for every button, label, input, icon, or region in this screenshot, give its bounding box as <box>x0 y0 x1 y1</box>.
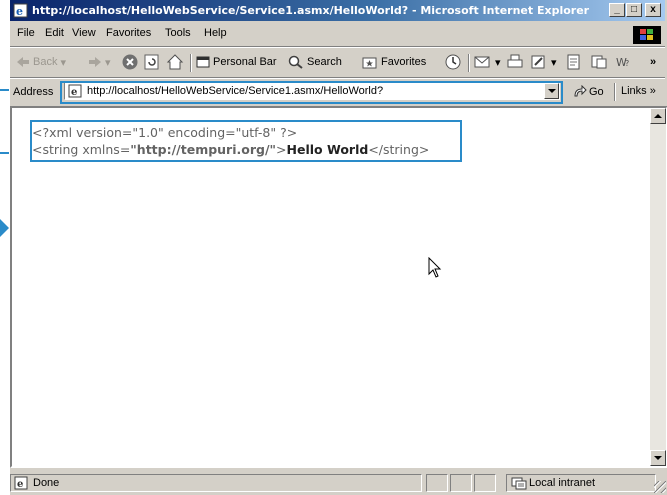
personal-bar-button[interactable]: Personal Bar <box>196 53 277 71</box>
print-icon[interactable] <box>506 53 524 71</box>
address-input[interactable]: e http://localhost/HelloWebService/Servi… <box>64 82 560 100</box>
title-bar[interactable]: e http://localhost/HelloWebService/Servi… <box>10 0 665 21</box>
related-links-icon[interactable]: W? <box>615 53 633 71</box>
xml-document: <?xml version="1.0" encoding="utf-8" ?> … <box>32 124 429 158</box>
scroll-down-button[interactable] <box>650 450 666 466</box>
standard-toolbar: Back ▾ ▾ Personal Bar Search Favorites ▾ <box>10 48 665 76</box>
windows-logo-icon <box>640 29 653 40</box>
refresh-icon[interactable] <box>143 53 161 71</box>
svg-text:e: e <box>17 479 23 490</box>
status-pane-empty <box>474 474 496 492</box>
chevron-down-icon: ▾ <box>105 56 111 69</box>
page-content[interactable]: <?xml version="1.0" encoding="utf-8" ?> … <box>10 106 667 468</box>
toolbar-separator <box>190 54 192 72</box>
resize-grip[interactable] <box>654 481 666 493</box>
edit-icon <box>531 55 545 69</box>
back-arrow-icon <box>17 57 29 67</box>
window-title: http://localhost/HelloWebService/Service… <box>32 4 590 17</box>
favorites-label: Favorites <box>381 56 427 68</box>
chevron-down-icon: ▾ <box>551 56 557 69</box>
xml-declaration-text: <?xml version="1.0" encoding="utf-8" ?> <box>32 125 298 140</box>
chevron-down-icon: ▾ <box>60 56 66 69</box>
address-label: Address <box>13 86 54 98</box>
forward-button[interactable]: ▾ <box>88 53 111 71</box>
svg-text:?: ? <box>625 59 629 68</box>
personal-bar-icon <box>196 56 210 68</box>
discuss-icon[interactable] <box>566 53 582 71</box>
forward-arrow-icon <box>89 57 101 67</box>
favorites-folder-icon <box>362 57 377 69</box>
back-button[interactable]: Back ▾ <box>16 53 66 71</box>
history-icon[interactable] <box>444 53 462 71</box>
menu-edit[interactable]: Edit <box>45 27 64 39</box>
page-icon: e <box>68 84 82 98</box>
go-label: Go <box>589 86 604 98</box>
callout-arrow <box>0 219 9 237</box>
links-button[interactable]: Links » <box>621 85 656 97</box>
menu-tools[interactable]: Tools <box>165 27 191 39</box>
toolbar-separator <box>468 54 470 72</box>
close-button[interactable]: x <box>645 3 661 17</box>
menu-bar: File Edit View Favorites Tools Help <box>10 24 665 44</box>
stop-icon[interactable] <box>121 53 139 71</box>
address-dropdown-button[interactable] <box>544 83 559 99</box>
status-bar: e Done Local intranet <box>10 470 667 495</box>
svg-text:e: e <box>71 87 77 98</box>
search-button[interactable]: Search <box>288 53 342 71</box>
messenger-icon[interactable] <box>590 53 608 71</box>
xml-tag-close: > <box>276 142 287 157</box>
xml-attr-value: "http://tempuri.org/" <box>130 142 277 157</box>
menu-view[interactable]: View <box>72 27 96 39</box>
mouse-pointer-icon <box>428 257 442 278</box>
status-text: Done <box>33 477 60 489</box>
back-label: Back <box>33 56 58 68</box>
edit-button[interactable]: ▾ <box>530 53 557 71</box>
mail-button[interactable]: ▾ <box>474 53 501 71</box>
xml-string-value: Hello World <box>286 142 369 157</box>
toolbar-overflow-chevron[interactable]: » <box>650 53 656 71</box>
windows-logo-throbber <box>633 26 661 44</box>
menu-favorites[interactable]: Favorites <box>106 27 151 39</box>
internet-explorer-icon: e <box>13 3 28 18</box>
search-label: Search <box>307 56 342 68</box>
address-url: http://localhost/HelloWebService/Service… <box>87 85 384 97</box>
browser-window: e http://localhost/HelloWebService/Servi… <box>9 0 667 495</box>
security-zone-label: Local intranet <box>529 477 596 489</box>
address-bar: Address e http://localhost/HelloWebServi… <box>10 80 665 104</box>
favorites-button[interactable]: Favorites <box>362 53 426 71</box>
status-pane-empty <box>450 474 472 492</box>
toolbar-separator-line <box>10 77 665 79</box>
xml-attr-name: xmlns= <box>78 142 131 157</box>
go-arrow-icon <box>574 85 587 97</box>
security-zone-pane[interactable]: Local intranet <box>506 474 656 492</box>
local-intranet-icon <box>511 477 527 490</box>
vertical-scrollbar[interactable] <box>650 108 666 466</box>
maximize-button[interactable]: □ <box>626 3 642 17</box>
xml-string-element: <string xmlns="http://tempuri.org/">Hell… <box>32 141 429 158</box>
home-icon[interactable] <box>166 53 184 71</box>
scroll-up-button[interactable] <box>650 108 666 124</box>
status-pane-empty <box>426 474 448 492</box>
svg-text:e: e <box>16 5 23 18</box>
search-icon <box>288 55 303 69</box>
go-button[interactable]: Go <box>573 85 604 99</box>
page-done-icon: e <box>14 476 28 490</box>
xml-open-tag: <string <box>32 142 79 157</box>
xml-end-tag: </string> <box>368 142 430 157</box>
mail-icon <box>474 56 490 68</box>
menu-help[interactable]: Help <box>204 27 227 39</box>
personal-bar-label: Personal Bar <box>213 56 277 68</box>
status-text-pane: e Done <box>10 474 422 492</box>
xml-declaration: <?xml version="1.0" encoding="utf-8" ?> <box>32 124 429 141</box>
menu-file[interactable]: File <box>17 27 35 39</box>
minimize-button[interactable]: _ <box>609 3 625 17</box>
chevron-down-icon: ▾ <box>495 56 501 69</box>
address-separator <box>614 83 616 101</box>
